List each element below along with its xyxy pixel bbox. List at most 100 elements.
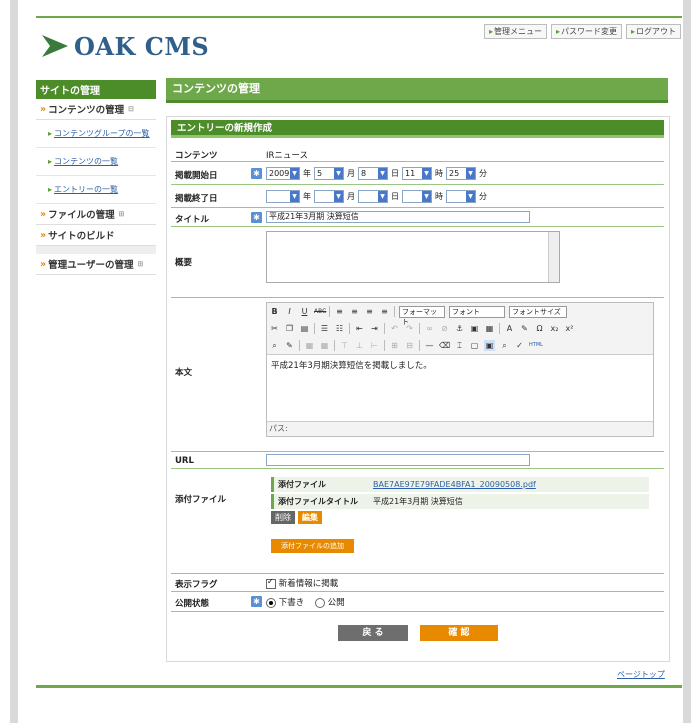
expand-icon[interactable]: ⊞ [119, 210, 125, 218]
entries-link[interactable]: エントリーの一覧 [54, 185, 118, 194]
url-input[interactable] [266, 454, 530, 466]
delete-button[interactable]: 削除 [271, 511, 295, 524]
summary-textarea[interactable] [266, 231, 560, 283]
cut-icon[interactable]: ✂ [269, 323, 280, 334]
sidebar-item-admin-users[interactable]: » 管理ユーザーの管理 ⊞ [36, 254, 156, 275]
subscript-icon[interactable]: x₂ [549, 323, 560, 334]
find-icon[interactable]: ⌕ [269, 340, 280, 351]
anchor-icon[interactable]: ⚓ [454, 323, 465, 334]
unlink-icon[interactable]: ⊘ [439, 323, 450, 334]
attachment-file-link[interactable]: BAE7AE97E79FADE4BFA1_20090508.pdf [373, 480, 536, 489]
sidebar-spacer [36, 246, 156, 254]
sidebar-sub-entries[interactable]: エントリーの一覧 [36, 176, 156, 204]
contents-link[interactable]: コンテンツの一覧 [54, 157, 118, 166]
horizontal-rule-icon[interactable]: — [424, 340, 435, 351]
align-center-icon[interactable]: ≡ [349, 306, 360, 317]
collapse-icon[interactable]: ⊟ [128, 105, 134, 113]
col-insert-icon[interactable]: ⊢ [369, 340, 380, 351]
admin-menu-link[interactable]: 管理メニュー [483, 24, 547, 39]
html-icon[interactable]: HTML [529, 340, 543, 351]
table-props-icon[interactable]: ▦ [319, 340, 330, 351]
sidebar-item-build[interactable]: » サイトのビルド [36, 225, 156, 246]
double-arrow-icon: » [40, 258, 47, 270]
end-hour-select[interactable]: ▼ [402, 190, 432, 203]
bold-icon[interactable]: B [269, 306, 280, 317]
underline-icon[interactable]: U [299, 306, 310, 317]
table-icon[interactable]: ▦ [304, 340, 315, 351]
strikethrough-icon[interactable]: ABC [314, 306, 326, 317]
start-year-select[interactable]: 2009 ▼ [266, 167, 300, 180]
nbsp-icon[interactable]: ⌶ [454, 340, 465, 351]
dropdown-arrow-icon: ▼ [290, 191, 299, 202]
expand-icon[interactable]: ⊞ [137, 260, 143, 268]
font-select[interactable]: フォント [449, 305, 505, 318]
link-icon[interactable]: ∞ [424, 323, 435, 334]
highlight-icon[interactable]: ✎ [519, 323, 530, 334]
draft-radio-label: 下書き [278, 598, 305, 608]
content-groups-link[interactable]: コンテンツグループの一覧 [54, 129, 150, 138]
add-attachment-button[interactable]: 添付ファイルの追加 [271, 539, 354, 553]
editor-content-area[interactable]: 平成21年3月期決算短信を掲載しました。 [267, 354, 653, 422]
preview-icon[interactable]: ⌕ [499, 340, 510, 351]
edit-icon[interactable]: ✎ [284, 340, 295, 351]
font-size-select[interactable]: フォントサイズ [509, 305, 567, 318]
sidebar-item-files[interactable]: » ファイルの管理 ⊞ [36, 204, 156, 225]
end-month-select[interactable]: ▼ [314, 190, 344, 203]
row-delete-icon[interactable]: ⊥ [354, 340, 365, 351]
cleanup-icon[interactable]: ✓ [514, 340, 525, 351]
italic-icon[interactable]: I [284, 306, 295, 317]
edit-button[interactable]: 編集 [297, 511, 322, 524]
undo-icon[interactable]: ↶ [389, 323, 400, 334]
editor-toolbar-3: ⌕ ✎ ▦ ▦ ⊤ ⊥ ⊢ ⊞ ⊟ — ⌫ ⌶ ▢ ▣ ⌕ ✓ HTML [267, 337, 653, 354]
indent-icon[interactable]: ⇥ [369, 323, 380, 334]
end-year-select[interactable]: ▼ [266, 190, 300, 203]
confirm-button[interactable]: 確 認 [420, 625, 498, 641]
summary-scrollbar[interactable] [548, 232, 559, 282]
align-left-icon[interactable]: ≡ [334, 306, 345, 317]
back-button[interactable]: 戻 る [338, 625, 408, 641]
text-color-icon[interactable]: A [504, 323, 515, 334]
row-end-date: 掲載終了日 ▼ 年 ▼ 月 ▼ 日 ▼ 時 ▼ 分 [171, 185, 664, 208]
media-icon[interactable]: ▦ [484, 323, 495, 334]
end-day-select[interactable]: ▼ [358, 190, 388, 203]
title-input[interactable]: 平成21年3月期 決算短信 [266, 211, 530, 223]
align-right-icon[interactable]: ≡ [364, 306, 375, 317]
draft-radio[interactable] [266, 597, 276, 608]
visual-aid-icon[interactable]: ▢ [469, 340, 480, 351]
page-top-link[interactable]: ページトップ [617, 669, 665, 680]
remove-format-icon[interactable]: ⌫ [439, 340, 450, 351]
sidebar-sub-contents[interactable]: コンテンツの一覧 [36, 148, 156, 176]
align-justify-icon[interactable]: ≡ [379, 306, 390, 317]
outdent-icon[interactable]: ⇤ [354, 323, 365, 334]
merge-icon[interactable]: ⊞ [389, 340, 400, 351]
toolbar-separator [329, 306, 330, 317]
sidebar-item-content[interactable]: » コンテンツの管理 ⊟ [36, 99, 156, 120]
new-info-checkbox[interactable] [266, 577, 276, 589]
start-minute-select[interactable]: 25 ▼ [446, 167, 476, 180]
numbered-list-icon[interactable]: ☷ [334, 323, 345, 334]
end-minute-select[interactable]: ▼ [446, 190, 476, 203]
start-hour-select[interactable]: 11 ▼ [402, 167, 432, 180]
publish-radio[interactable] [314, 597, 325, 608]
bullet-list-icon[interactable]: ☰ [319, 323, 330, 334]
end-date-label: 掲載終了日 [175, 194, 218, 204]
row-insert-icon[interactable]: ⊤ [339, 340, 350, 351]
format-select[interactable]: フォーマット [399, 305, 445, 326]
start-day-select[interactable]: 8 ▼ [358, 167, 388, 180]
sidebar-sub-content-groups[interactable]: コンテンツグループの一覧 [36, 120, 156, 148]
start-month-select[interactable]: 5 ▼ [314, 167, 344, 180]
change-password-link[interactable]: パスワード変更 [550, 24, 622, 39]
superscript-icon[interactable]: x² [564, 323, 575, 334]
toolbar-separator [314, 323, 315, 334]
paste-icon[interactable]: ▤ [299, 323, 310, 334]
attachment-actions: 削除 編集 [271, 511, 649, 524]
special-char-icon[interactable]: Ω [534, 323, 545, 334]
fullscreen-icon[interactable]: ▣ [484, 340, 495, 351]
logout-link[interactable]: ログアウト [625, 24, 681, 39]
image-icon[interactable]: ▣ [469, 323, 480, 334]
copy-icon[interactable]: ❐ [284, 323, 295, 334]
redo-icon[interactable]: ↷ [404, 323, 415, 334]
start-minute-value: 25 [449, 169, 460, 178]
row-publish-status: 公開状態 ✱ 下書き 公開 [171, 592, 664, 612]
split-icon[interactable]: ⊟ [404, 340, 415, 351]
